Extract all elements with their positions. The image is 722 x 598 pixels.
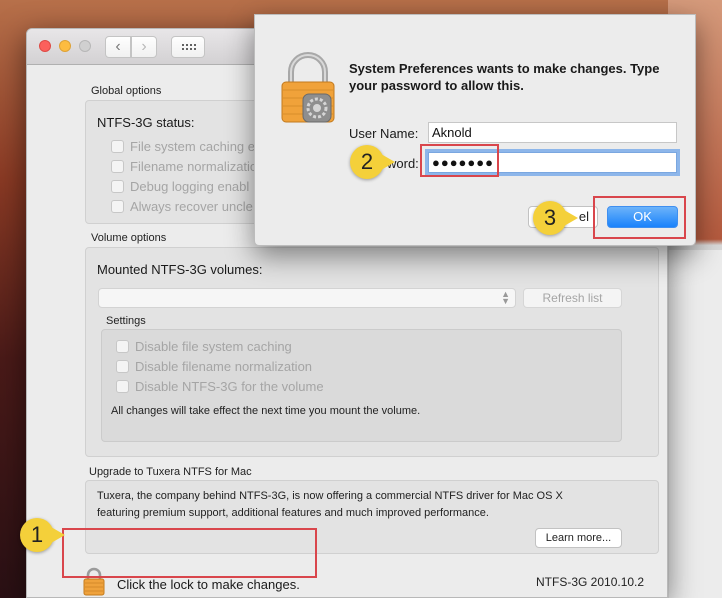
checkbox-box[interactable] <box>111 180 124 193</box>
mounted-volumes-label: Mounted NTFS-3G volumes: <box>97 262 263 277</box>
checkbox-box[interactable] <box>116 380 129 393</box>
upgrade-title: Upgrade to Tuxera NTFS for Mac <box>89 466 252 478</box>
lock-message: Click the lock to make changes. <box>117 577 300 592</box>
checkbox-box[interactable] <box>111 200 124 213</box>
padlock-gear-icon <box>281 52 335 123</box>
checkbox-debug-logging[interactable]: Debug logging enabl <box>111 179 249 194</box>
annotation-box-ok <box>593 196 686 239</box>
volumes-popup[interactable]: ▲ ▼ <box>98 288 516 308</box>
checkbox-always-recover[interactable]: Always recover uncle <box>111 199 253 214</box>
back-button[interactable]: ‹ <box>105 36 131 58</box>
learn-more-button[interactable]: Learn more... <box>535 528 622 548</box>
checkbox-box[interactable] <box>111 140 124 153</box>
username-label: User Name: <box>349 126 419 141</box>
checkbox-filename-normalization[interactable]: Filename normalizatio <box>111 159 257 174</box>
upgrade-paragraph: Tuxera, the company behind NTFS-3G, is n… <box>97 490 563 519</box>
ntfs-status-label: NTFS-3G status: <box>97 115 195 130</box>
volume-options-title: Volume options <box>91 232 167 244</box>
annotation-marker-1: 1 <box>20 518 65 552</box>
volume-options-group: Mounted NTFS-3G volumes: ▲ ▼ Refresh list… <box>85 247 659 457</box>
close-window-button[interactable] <box>39 40 51 52</box>
forward-button[interactable]: › <box>131 36 157 58</box>
global-options-title: Global options <box>91 85 162 97</box>
checkbox-disable-ntfs3g[interactable]: Disable NTFS-3G for the volume <box>116 379 324 394</box>
refresh-list-button[interactable]: Refresh list <box>523 288 622 308</box>
popup-arrows-icon: ▲ ▼ <box>501 289 510 306</box>
checkbox-disable-caching[interactable]: Disable file system caching <box>116 339 292 354</box>
show-all-button[interactable] <box>171 36 205 58</box>
settings-group: Disable file system caching Disable file… <box>101 329 622 442</box>
settings-note: All changes will take effect the next ti… <box>111 405 421 417</box>
minimize-window-button[interactable] <box>59 40 71 52</box>
annotation-box-lock <box>62 528 317 578</box>
annotation-marker-2: 2 <box>350 145 395 179</box>
checkbox-box[interactable] <box>116 340 129 353</box>
checkbox-box[interactable] <box>111 160 124 173</box>
username-field[interactable]: Aknold <box>428 122 677 143</box>
annotation-box-password <box>420 144 499 177</box>
version-label: NTFS-3G 2010.10.2 <box>536 575 645 589</box>
checkbox-disable-normalization[interactable]: Disable filename normalization <box>116 359 312 374</box>
chevron-left-icon: ‹ <box>115 38 121 55</box>
dialog-message: System Preferences wants to make changes… <box>349 61 660 93</box>
chevron-right-icon: › <box>141 38 147 55</box>
checkbox-box[interactable] <box>116 360 129 373</box>
checkbox-file-system-caching[interactable]: File system caching e <box>111 139 255 154</box>
annotation-marker-3: 3 <box>533 201 578 235</box>
grid-icon <box>181 43 196 52</box>
settings-title: Settings <box>106 315 146 327</box>
zoom-window-button[interactable] <box>79 40 91 52</box>
